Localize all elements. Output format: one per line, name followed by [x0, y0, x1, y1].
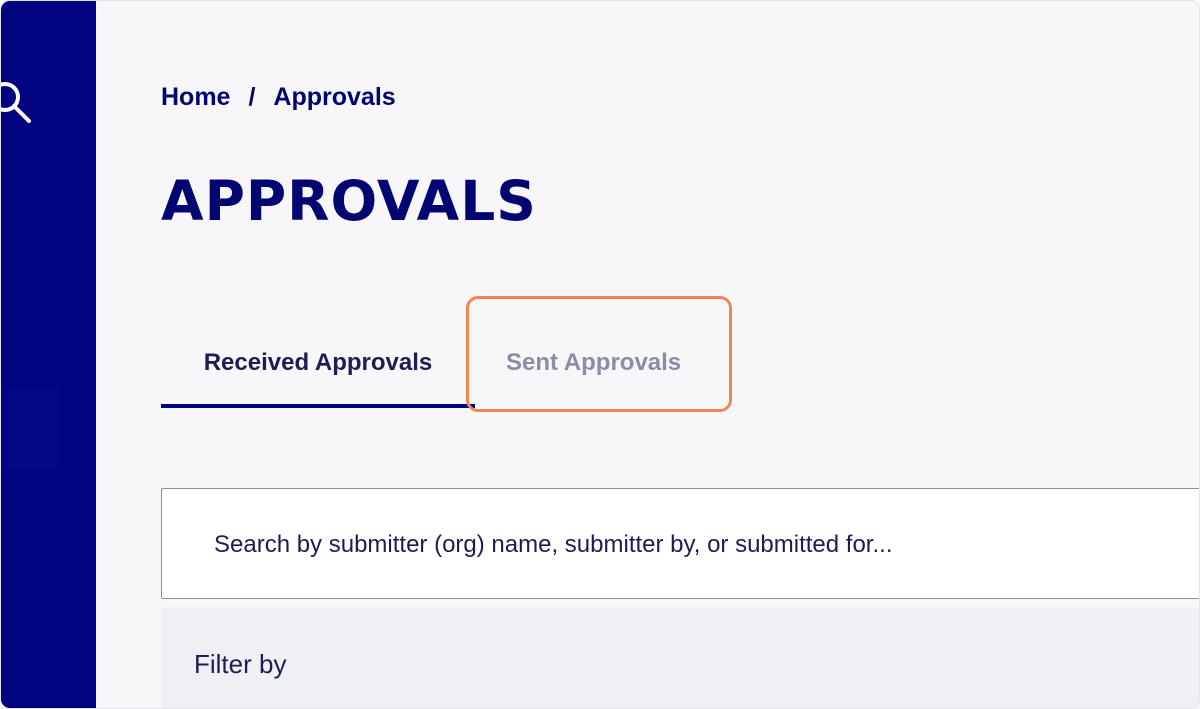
approvals-tabs: Received Approvals Sent Approvals	[161, 321, 1199, 408]
filter-panel: Filter by	[161, 607, 1199, 708]
breadcrumb: Home / Approvals	[161, 81, 396, 113]
search-icon	[1, 82, 31, 123]
sidebar-search-button[interactable]	[1, 79, 35, 127]
breadcrumb-current[interactable]: Approvals	[273, 83, 395, 112]
app-window: Home / Approvals APPROVALS Received Appr…	[0, 0, 1200, 709]
filter-label: Filter by	[194, 649, 287, 679]
page-title: APPROVALS	[161, 169, 537, 233]
tab-label: Sent Approvals	[506, 349, 682, 376]
breadcrumb-home-link[interactable]: Home	[161, 83, 230, 112]
tab-received-approvals[interactable]: Received Approvals	[161, 321, 475, 408]
breadcrumb-separator: /	[248, 82, 256, 111]
tab-sent-approvals[interactable]: Sent Approvals	[506, 321, 681, 405]
search-box	[161, 488, 1199, 599]
sidebar	[1, 1, 96, 708]
active-tab-indicator	[161, 404, 475, 408]
search-input[interactable]	[212, 521, 1176, 569]
sidebar-nav-item[interactable]	[1, 389, 61, 469]
tab-label: Received Approvals	[203, 349, 433, 376]
